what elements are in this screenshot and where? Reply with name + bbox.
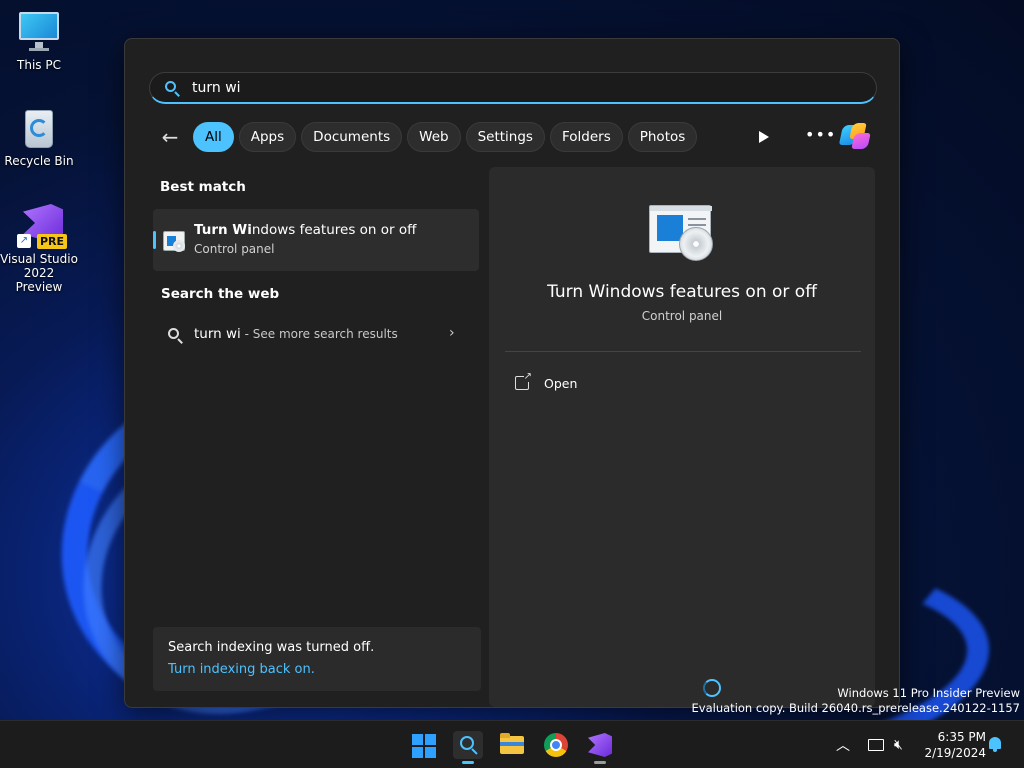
recycle-bin-icon bbox=[17, 106, 61, 150]
filter-bar: ← All Apps Documents Web Settings Folder… bbox=[155, 121, 702, 153]
best-match-heading: Best match bbox=[160, 179, 246, 195]
file-explorer-icon[interactable] bbox=[497, 731, 527, 759]
watermark-line-1: Windows 11 Pro Insider Preview bbox=[837, 686, 1020, 700]
selection-indicator bbox=[153, 231, 156, 249]
filter-photos[interactable]: Photos bbox=[627, 122, 698, 152]
visual-studio-icon: ↗ PRE bbox=[17, 204, 68, 249]
taskbar: ︿ 🔇︎ 6:35 PM 2/19/2024 bbox=[0, 720, 1024, 768]
clock-date: 2/19/2024 bbox=[924, 746, 986, 760]
search-web-heading: Search the web bbox=[161, 286, 280, 302]
evaluation-watermark: Windows 11 Pro Insider Preview Evaluatio… bbox=[692, 686, 1020, 716]
clock-time: 6:35 PM bbox=[937, 730, 986, 744]
filter-web[interactable]: Web bbox=[407, 122, 461, 152]
start-search-panel: ← All Apps Documents Web Settings Folder… bbox=[124, 38, 900, 708]
windows-features-icon bbox=[649, 205, 715, 261]
indexing-notice: Search indexing was turned off. Turn ind… bbox=[153, 627, 481, 691]
preview-badge: PRE bbox=[37, 234, 68, 249]
search-icon bbox=[164, 80, 180, 97]
back-arrow-icon[interactable]: ← bbox=[155, 122, 185, 152]
filter-apps[interactable]: Apps bbox=[238, 122, 297, 152]
chevron-up-icon[interactable]: ︿ bbox=[836, 721, 850, 768]
search-icon[interactable] bbox=[453, 731, 483, 764]
chrome-icon[interactable] bbox=[541, 731, 571, 759]
shortcut-arrow-icon: ↗ bbox=[17, 234, 31, 248]
web-search-result[interactable]: turn wi - See more search results › bbox=[153, 319, 479, 349]
chevron-right-icon: › bbox=[449, 325, 455, 341]
desktop-icon-label: This PC bbox=[17, 58, 61, 72]
search-box[interactable] bbox=[149, 72, 877, 104]
desktop-icon-label: Visual Studio 2022 Preview bbox=[0, 252, 78, 294]
preview-title: Turn Windows features on or off bbox=[547, 282, 817, 302]
open-action-label: Open bbox=[544, 375, 578, 391]
more-options-icon[interactable]: ••• bbox=[805, 125, 836, 144]
clock[interactable]: 6:35 PM 2/19/2024 bbox=[920, 729, 986, 761]
best-match-result[interactable]: Turn Windows features on or off Control … bbox=[153, 209, 479, 271]
filter-documents[interactable]: Documents bbox=[301, 122, 403, 152]
desktop-icon-visual-studio[interactable]: ↗ PRE Visual Studio 2022 Preview bbox=[0, 204, 78, 294]
filter-all[interactable]: All bbox=[193, 122, 234, 152]
watermark-line-2: Evaluation copy. Build 26040.rs_prerelea… bbox=[691, 701, 1020, 715]
computer-icon bbox=[17, 10, 61, 54]
preview-subtitle: Control panel bbox=[641, 309, 723, 323]
filter-settings[interactable]: Settings bbox=[465, 122, 545, 152]
visual-studio-icon[interactable] bbox=[585, 731, 615, 764]
search-icon bbox=[167, 327, 183, 344]
divider bbox=[505, 351, 861, 352]
search-input[interactable] bbox=[192, 79, 792, 96]
copilot-icon[interactable] bbox=[838, 121, 871, 151]
indexing-message: Search indexing was turned off. bbox=[168, 640, 375, 655]
web-search-query: turn wi - See more search results bbox=[194, 326, 398, 342]
start-icon[interactable] bbox=[409, 731, 439, 759]
desktop-icon-label: Recycle Bin bbox=[4, 154, 74, 168]
open-external-icon: ↗ bbox=[515, 372, 532, 390]
best-match-subtitle: Control panel bbox=[194, 242, 275, 256]
volume-muted-icon[interactable]: 🔇︎ bbox=[894, 721, 903, 768]
desktop-icon-recycle-bin[interactable]: Recycle Bin bbox=[0, 106, 78, 168]
best-match-title: Turn Windows features on or off bbox=[194, 222, 417, 238]
more-filters-play-icon[interactable] bbox=[753, 127, 773, 147]
filter-folders[interactable]: Folders bbox=[549, 122, 623, 152]
notification-bell-icon[interactable] bbox=[988, 737, 1002, 753]
turn-indexing-on-link[interactable]: Turn indexing back on. bbox=[168, 662, 315, 677]
desktop-icon-this-pc[interactable]: This PC bbox=[0, 10, 78, 72]
result-preview-pane: Turn Windows features on or off Control … bbox=[489, 167, 875, 707]
windows-features-icon bbox=[163, 231, 185, 252]
open-action[interactable]: ↗ Open bbox=[515, 372, 578, 393]
network-icon[interactable] bbox=[868, 721, 884, 768]
